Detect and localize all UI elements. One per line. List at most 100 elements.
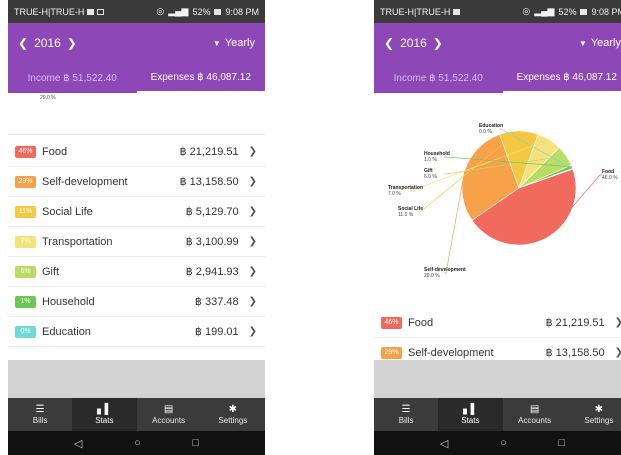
category-list: 46% Food ฿ 21,219.51 ❯ 29% Self-development ฿ … bbox=[8, 137, 265, 347]
carrier-text: TRUE-H|TRUE-H bbox=[14, 6, 85, 17]
pie-chart-area: Food 46.0 % Self-development 29.0 % Social L… bbox=[374, 93, 621, 308]
back-icon[interactable]: ◁ bbox=[74, 437, 82, 450]
slice-value-label: 29.0 % bbox=[424, 273, 440, 279]
clock: 9:08 PM bbox=[591, 6, 621, 17]
tab-income[interactable]: Income ฿ 51,522.40 bbox=[374, 63, 503, 93]
percent-badge: 6% bbox=[15, 265, 36, 278]
category-amount: ฿ 13,158.50 bbox=[179, 176, 239, 188]
slice-value-label: 7.0 % bbox=[388, 191, 401, 197]
period-dropdown[interactable]: ▼ Yearly bbox=[213, 37, 255, 49]
gallery-icon bbox=[97, 8, 105, 15]
category-name: Social Life bbox=[42, 205, 93, 218]
category-amount: ฿ 5,129.70 bbox=[185, 206, 239, 218]
category-amount: ฿ 13,158.50 bbox=[545, 347, 605, 359]
category-row[interactable]: 1% Household ฿ 337.48 ❯ bbox=[8, 287, 265, 317]
category-amount: ฿ 3,100.99 bbox=[185, 236, 239, 248]
category-name: Self-development bbox=[408, 346, 494, 359]
slice-value-label: 0.0 % bbox=[479, 129, 492, 135]
category-name: Food bbox=[42, 145, 68, 158]
year-header: ❮ 2016 ❯ ▼ Yearly bbox=[8, 23, 265, 63]
period-dropdown[interactable]: ▼ Yearly bbox=[579, 37, 621, 49]
category-name: Food bbox=[408, 316, 434, 329]
leader-line bbox=[444, 170, 466, 274]
prev-year-button[interactable]: ❮ bbox=[384, 36, 394, 50]
tab-bar: Income ฿ 51,522.40 Expenses ฿ 46,087.12 bbox=[8, 63, 265, 93]
nav-bills[interactable]: ☰ Bills bbox=[374, 398, 438, 431]
category-name: Gift bbox=[42, 265, 60, 278]
category-row[interactable]: 29% Self-development ฿ 13,158.50 ❯ bbox=[8, 167, 265, 197]
divider bbox=[8, 113, 265, 135]
clock: 9:08 PM bbox=[225, 6, 259, 17]
category-row[interactable]: 11% Social Life ฿ 5,129.70 ❯ bbox=[8, 197, 265, 227]
next-year-button[interactable]: ❯ bbox=[433, 36, 443, 50]
chevron-right-icon: ❯ bbox=[248, 236, 257, 247]
nav-bills[interactable]: ☰ Bills bbox=[8, 398, 72, 431]
percent-badge: 29% bbox=[15, 175, 36, 188]
nav-label: Accounts bbox=[152, 416, 186, 425]
year-label: 2016 bbox=[34, 36, 61, 50]
nav-label: Bills bbox=[32, 416, 48, 425]
category-row[interactable]: 7% Transportation ฿ 3,100.99 ❯ bbox=[8, 227, 265, 257]
signal-icon: ▂▄▆ bbox=[534, 6, 555, 16]
next-year-button[interactable]: ❯ bbox=[67, 36, 77, 50]
year-label: 2016 bbox=[400, 36, 427, 50]
tab-expenses[interactable]: Expenses ฿ 46,087.12 bbox=[136, 63, 265, 93]
gear-icon: ✱ bbox=[228, 404, 238, 415]
nav-settings[interactable]: ✱ Settings bbox=[201, 398, 265, 431]
category-amount: ฿ 337.48 bbox=[194, 296, 239, 308]
bottom-nav: ☰ Bills ▖▌ Stats ▤ Accounts ✱ Settings bbox=[374, 398, 621, 431]
empty-area bbox=[8, 360, 265, 398]
list-icon: ☰ bbox=[401, 404, 411, 415]
nav-label: Stats bbox=[461, 416, 480, 425]
nav-stats[interactable]: ▖▌ Stats bbox=[438, 398, 503, 431]
category-row[interactable]: 0% Education ฿ 199.01 ❯ bbox=[8, 317, 265, 347]
tab-bar: Income ฿ 51,522.40 Expenses ฿ 46,087.12 bbox=[374, 63, 621, 93]
category-row[interactable]: 46% Food ฿ 21,219.51 ❯ bbox=[8, 137, 265, 167]
percent-badge: 46% bbox=[381, 316, 402, 329]
slice-value-label: 6.0 % bbox=[424, 174, 437, 180]
wallet-icon: ▤ bbox=[529, 404, 540, 415]
nav-settings[interactable]: ✱ Settings bbox=[567, 398, 621, 431]
chevron-right-icon: ❯ bbox=[248, 206, 257, 217]
category-amount: ฿ 199.01 bbox=[194, 326, 239, 338]
tab-expenses[interactable]: Expenses ฿ 46,087.12 bbox=[502, 63, 621, 93]
back-icon[interactable]: ◁ bbox=[440, 437, 448, 450]
recents-icon[interactable]: □ bbox=[558, 437, 565, 449]
tab-income[interactable]: Income ฿ 51,522.40 bbox=[8, 63, 137, 93]
nav-label: Stats bbox=[95, 416, 114, 425]
category-name: Household bbox=[42, 295, 95, 308]
list-icon: ☰ bbox=[35, 404, 45, 415]
caret-down-icon: ▼ bbox=[578, 38, 587, 48]
recents-icon[interactable]: □ bbox=[192, 437, 199, 449]
battery-percent: 52% bbox=[192, 6, 211, 17]
slice-value-label: 1.0 % bbox=[424, 157, 437, 163]
status-bar: TRUE-H|TRUE-H ◎ ▂▄▆ 52% 9:08 PM bbox=[374, 0, 621, 23]
home-icon[interactable]: ○ bbox=[500, 437, 507, 449]
prev-year-button[interactable]: ❮ bbox=[18, 36, 28, 50]
percent-badge: 46% bbox=[15, 145, 36, 158]
system-nav-bar: ◁ ○ □ bbox=[374, 431, 621, 455]
chevron-right-icon: ❯ bbox=[248, 326, 257, 337]
battery-icon bbox=[214, 8, 222, 15]
left-phone-screen: TRUE-H|TRUE-H ◎ ▂▄▆ 52% 9:08 PM ❮ 2016 ❯… bbox=[8, 0, 265, 455]
slice-value-label: 46.0 % bbox=[602, 175, 618, 181]
nav-stats[interactable]: ▖▌ Stats bbox=[72, 398, 137, 431]
home-icon[interactable]: ○ bbox=[134, 437, 141, 449]
chevron-right-icon: ❯ bbox=[248, 296, 257, 307]
wifi-icon: ◎ bbox=[156, 6, 165, 16]
category-name: Transportation bbox=[42, 235, 113, 248]
battery-percent: 52% bbox=[558, 6, 577, 17]
category-amount: ฿ 21,219.51 bbox=[545, 317, 605, 329]
nav-accounts[interactable]: ▤ Accounts bbox=[137, 398, 201, 431]
percent-badge: 1% bbox=[15, 295, 36, 308]
category-row[interactable]: 6% Gift ฿ 2,941.93 ❯ bbox=[8, 257, 265, 287]
empty-area bbox=[374, 360, 621, 398]
category-amount: ฿ 2,941.93 bbox=[185, 266, 239, 278]
system-nav-bar: ◁ ○ □ bbox=[8, 431, 265, 455]
slice-value-label: 11.0 % bbox=[398, 212, 414, 218]
status-bar: TRUE-H|TRUE-H ◎ ▂▄▆ 52% 9:08 PM bbox=[8, 0, 265, 23]
category-row[interactable]: 46% Food ฿ 21,219.51 ❯ bbox=[374, 308, 621, 338]
period-label: Yearly bbox=[224, 37, 255, 49]
year-header: ❮ 2016 ❯ ▼ Yearly bbox=[374, 23, 621, 63]
nav-accounts[interactable]: ▤ Accounts bbox=[503, 398, 567, 431]
